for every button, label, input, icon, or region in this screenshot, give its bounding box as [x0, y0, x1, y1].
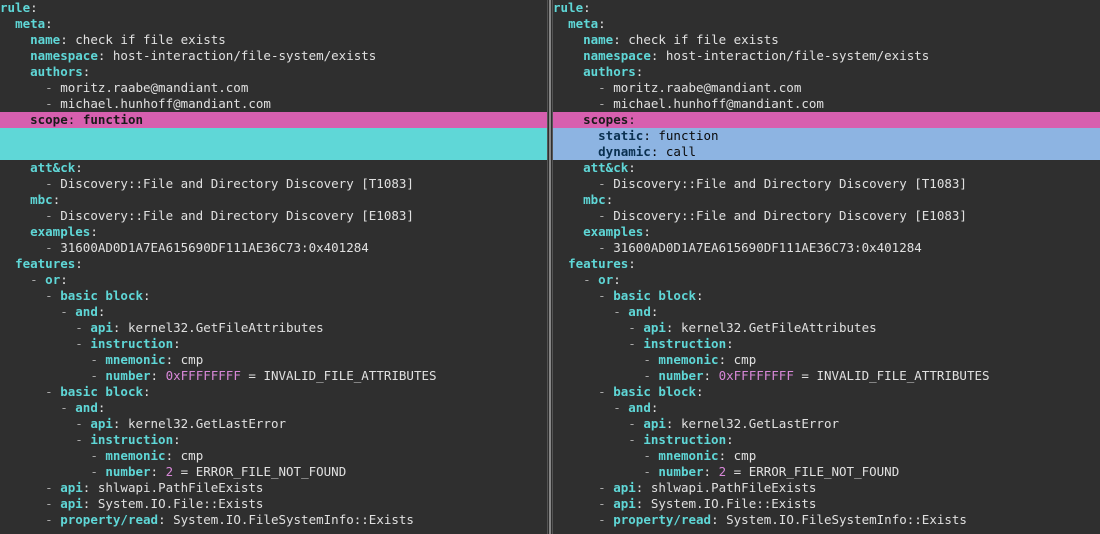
yaml-line: - property/read: System.IO.FileSystemInf…: [0, 512, 547, 528]
yaml-line: - or:: [0, 272, 547, 288]
yaml-line: features:: [0, 256, 547, 272]
empty-line-marker: ~: [0, 528, 547, 534]
diff-added-line: scopes:: [553, 112, 1100, 128]
yaml-line: - api: shlwapi.PathFileExists: [553, 480, 1100, 496]
yaml-line: - mnemonic: cmp: [553, 448, 1100, 464]
yaml-line: - moritz.raabe@mandiant.com: [0, 80, 547, 96]
yaml-line: authors:: [0, 64, 547, 80]
yaml-line: - Discovery::File and Directory Discover…: [553, 176, 1100, 192]
yaml-line: - api: kernel32.GetLastError: [553, 416, 1100, 432]
yaml-line: - 31600AD0D1A7EA615690DF111AE36C73:0x401…: [0, 240, 547, 256]
yaml-line: - and:: [0, 304, 547, 320]
diff-left-pane[interactable]: rule: meta: name: check if file exists n…: [0, 0, 547, 534]
yaml-line: - and:: [553, 304, 1100, 320]
yaml-line: - number: 2 = ERROR_FILE_NOT_FOUND: [0, 464, 547, 480]
yaml-line: - 31600AD0D1A7EA615690DF111AE36C73:0x401…: [553, 240, 1100, 256]
empty-line-marker: ~: [553, 528, 1100, 534]
yaml-line: examples:: [553, 224, 1100, 240]
yaml-line: - instruction:: [553, 336, 1100, 352]
yaml-line: - basic block:: [0, 384, 547, 400]
yaml-line: att&ck:: [0, 160, 547, 176]
yaml-line: rule:: [0, 0, 547, 16]
yaml-line: - and:: [553, 400, 1100, 416]
yaml-line: - api: kernel32.GetFileAttributes: [553, 320, 1100, 336]
yaml-line: - mnemonic: cmp: [553, 352, 1100, 368]
diff-right-pane[interactable]: rule: meta: name: check if file exists n…: [553, 0, 1100, 534]
diff-added-line: static: function: [553, 128, 1100, 144]
yaml-line: - basic block:: [553, 384, 1100, 400]
yaml-line: - number: 2 = ERROR_FILE_NOT_FOUND: [553, 464, 1100, 480]
diff-removed-line: scope: function: [0, 112, 547, 128]
diff-added-line: dynamic: call: [553, 144, 1100, 160]
yaml-line: - number: 0xFFFFFFFF = INVALID_FILE_ATTR…: [553, 368, 1100, 384]
yaml-line: - and:: [0, 400, 547, 416]
yaml-line: - basic block:: [0, 288, 547, 304]
yaml-line: - Discovery::File and Directory Discover…: [553, 208, 1100, 224]
yaml-line: - api: System.IO.File::Exists: [553, 496, 1100, 512]
yaml-line: - michael.hunhoff@mandiant.com: [553, 96, 1100, 112]
diff-filler-line: [0, 128, 547, 144]
yaml-line: examples:: [0, 224, 547, 240]
yaml-line: - Discovery::File and Directory Discover…: [0, 208, 547, 224]
yaml-line: - michael.hunhoff@mandiant.com: [0, 96, 547, 112]
yaml-line: rule:: [553, 0, 1100, 16]
yaml-line: - basic block:: [553, 288, 1100, 304]
yaml-line: - mnemonic: cmp: [0, 352, 547, 368]
yaml-line: - mnemonic: cmp: [0, 448, 547, 464]
yaml-line: name: check if file exists: [553, 32, 1100, 48]
yaml-line: att&ck:: [553, 160, 1100, 176]
yaml-line: - property/read: System.IO.FileSystemInf…: [553, 512, 1100, 528]
yaml-line: - or:: [553, 272, 1100, 288]
yaml-line: namespace: host-interaction/file-system/…: [553, 48, 1100, 64]
yaml-line: - instruction:: [0, 432, 547, 448]
yaml-line: name: check if file exists: [0, 32, 547, 48]
yaml-line: - instruction:: [0, 336, 547, 352]
yaml-line: mbc:: [0, 192, 547, 208]
yaml-line: - api: shlwapi.PathFileExists: [0, 480, 547, 496]
yaml-line: - instruction:: [553, 432, 1100, 448]
diff-filler-line: [0, 144, 547, 160]
yaml-line: mbc:: [553, 192, 1100, 208]
yaml-line: - api: kernel32.GetLastError: [0, 416, 547, 432]
yaml-line: features:: [553, 256, 1100, 272]
yaml-line: meta:: [0, 16, 547, 32]
yaml-line: namespace: host-interaction/file-system/…: [0, 48, 547, 64]
yaml-line: - moritz.raabe@mandiant.com: [553, 80, 1100, 96]
yaml-line: meta:: [553, 16, 1100, 32]
yaml-line: - number: 0xFFFFFFFF = INVALID_FILE_ATTR…: [0, 368, 547, 384]
yaml-line: - api: kernel32.GetFileAttributes: [0, 320, 547, 336]
yaml-line: - Discovery::File and Directory Discover…: [0, 176, 547, 192]
yaml-line: - api: System.IO.File::Exists: [0, 496, 547, 512]
yaml-line: authors:: [553, 64, 1100, 80]
